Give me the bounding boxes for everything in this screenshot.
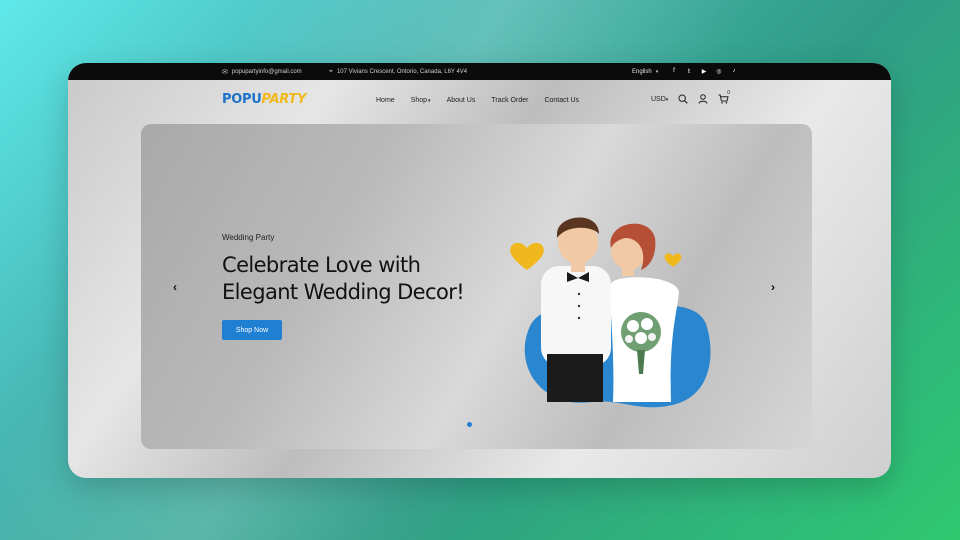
mail-icon: ✉ xyxy=(222,68,228,76)
nav-shop-label: Shop xyxy=(410,97,428,104)
nav-about[interactable]: About Us xyxy=(447,97,476,104)
hero-title-line1: Celebrate Love with xyxy=(222,253,421,277)
language-label: English xyxy=(632,68,652,75)
cart-count-badge: 0 xyxy=(727,90,731,96)
slide-dot-2[interactable] xyxy=(481,422,486,427)
user-account-icon[interactable] xyxy=(698,94,708,104)
nav-shop[interactable]: Shop▾ xyxy=(411,97,431,104)
address-text: 107 Vivians Crescent, Ontorio, Canada, L… xyxy=(336,68,468,75)
slide-dot-1[interactable] xyxy=(467,422,472,427)
instagram-icon[interactable]: ◎ xyxy=(715,68,723,75)
hero-subtitle: Wedding Party xyxy=(222,233,275,242)
cart-button[interactable]: 0 xyxy=(718,90,730,104)
nav-contact[interactable]: Contact Us xyxy=(544,97,579,104)
slider-pagination xyxy=(467,422,486,427)
main-nav: Home Shop▾ About Us Track Order Contact … xyxy=(376,97,579,104)
hero-title-line2: Elegant Wedding Decor! xyxy=(222,280,465,304)
nav-home[interactable]: Home xyxy=(376,97,395,104)
currency-selector[interactable]: USD▾ xyxy=(651,96,668,103)
social-links: f 𝕥 ▶ ◎ ♪ xyxy=(670,63,738,80)
nav-track-order[interactable]: Track Order xyxy=(491,97,528,104)
contact-address: ⌖ 107 Vivians Crescent, Ontorio, Canada,… xyxy=(329,63,467,80)
top-info-bar: ✉ popupartyinfo@gmail.com ⌖ 107 Vivians … xyxy=(68,63,891,80)
contact-email[interactable]: ✉ popupartyinfo@gmail.com xyxy=(222,63,302,80)
location-pin-icon: ⌖ xyxy=(329,67,333,75)
language-selector[interactable]: English ▾ xyxy=(632,63,658,80)
email-text: popupartyinfo@gmail.com xyxy=(231,68,302,75)
currency-label: USD xyxy=(651,95,666,103)
chevron-left-icon[interactable]: ‹ xyxy=(173,280,177,294)
youtube-icon[interactable]: ▶ xyxy=(700,68,708,75)
logo-part-party: PARTY xyxy=(261,92,307,107)
chevron-down-icon: ▾ xyxy=(665,96,669,103)
header-actions: USD▾ 0 xyxy=(651,90,730,104)
site-logo[interactable]: POPUPARTY xyxy=(222,92,306,107)
facebook-icon[interactable]: f xyxy=(670,68,678,75)
hero-title: Celebrate Love with Elegant Wedding Deco… xyxy=(222,252,502,306)
chevron-right-icon[interactable]: › xyxy=(771,280,775,294)
site-header: POPUPARTY Home Shop▾ About Us Track Orde… xyxy=(68,80,891,124)
search-icon[interactable] xyxy=(678,94,688,104)
logo-part-popu: POPU xyxy=(222,92,262,107)
hero-slider: ‹ › Wedding Party Celebrate Love with El… xyxy=(141,124,812,449)
browser-window: ✉ popupartyinfo@gmail.com ⌖ 107 Vivians … xyxy=(68,63,891,478)
chevron-down-icon: ▾ xyxy=(655,68,659,75)
tiktok-icon[interactable]: ♪ xyxy=(730,68,738,75)
chevron-down-icon: ▾ xyxy=(428,98,431,104)
twitter-icon[interactable]: 𝕥 xyxy=(685,68,693,75)
wedding-couple-illustration xyxy=(510,217,711,408)
shop-now-button[interactable]: Shop Now xyxy=(222,320,282,340)
